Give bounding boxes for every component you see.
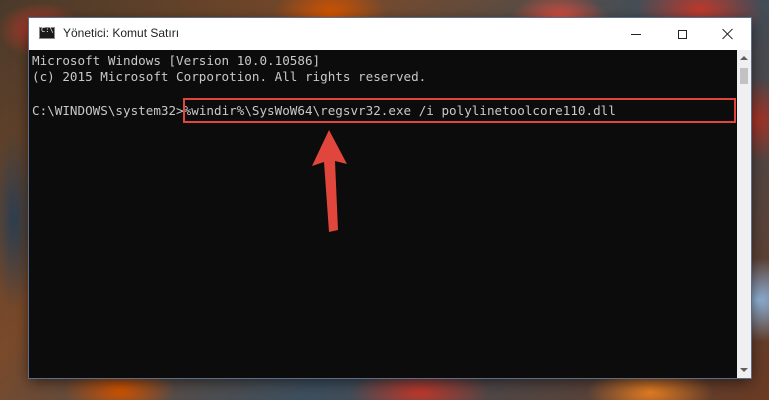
scroll-down-button[interactable] — [737, 362, 751, 378]
scroll-down-icon — [740, 368, 748, 372]
console-output[interactable]: Microsoft Windows [Version 10.0.10586] (… — [29, 50, 737, 378]
maximize-icon — [677, 29, 687, 39]
close-icon — [722, 28, 734, 40]
command-prompt-window: Yönetici: Komut Satırı Microsoft Windows… — [29, 18, 751, 378]
red-arrow-icon — [312, 130, 347, 232]
window-title: Yönetici: Komut Satırı — [63, 26, 180, 40]
cmd-icon — [39, 26, 55, 39]
minimize-icon — [631, 33, 641, 35]
scroll-up-icon — [740, 56, 748, 60]
console-prompt: C:\WINDOWS\system32> — [32, 103, 184, 118]
title-bar[interactable]: Yönetici: Komut Satırı — [29, 18, 751, 50]
maximize-button[interactable] — [659, 18, 705, 50]
minimize-button[interactable] — [613, 18, 659, 50]
console-line-copyright: (c) 2015 Microsoft Corporotion. All righ… — [32, 69, 427, 84]
scroll-up-button[interactable] — [737, 50, 751, 66]
scrollbar-thumb[interactable] — [740, 68, 748, 84]
command-highlight-box — [183, 98, 736, 123]
vertical-scrollbar[interactable] — [737, 50, 751, 378]
close-button[interactable] — [705, 18, 751, 50]
